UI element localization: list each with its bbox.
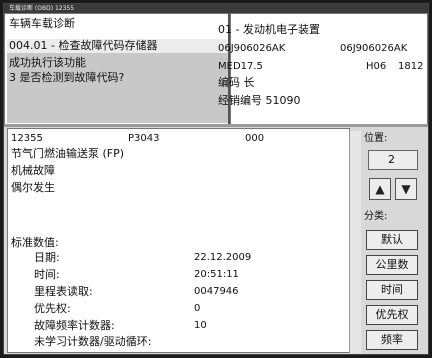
pane-separator [4,124,428,127]
diagnostic-window: 车载诊断 (OBD) 12355 车辆车载诊断 004.01 - 检查故障代码存… [3,3,429,355]
ff-value: 22.12.2009 [194,252,252,263]
ff-value: 0047946 [194,286,239,297]
part-number-left: 06J906026AK [218,43,286,54]
ff-value: 10 [194,320,207,331]
version-2: 1812 [398,61,424,72]
fault-component: 节气门燃油输送泵 (FP) [11,147,125,160]
position-label: 位置: [364,133,388,144]
ff-value: 0 [194,303,201,314]
category-label: 分类: [364,211,388,222]
position-value: 2 [388,153,395,166]
up-arrow-button[interactable]: ▲ [369,178,391,200]
dealer-number: 经销编号 51090 [218,94,301,107]
ff-label: 优先权: [34,302,71,315]
down-arrow-button[interactable]: ▼ [395,178,417,200]
up-arrow-icon: ▲ [375,182,385,196]
sort-priority-button[interactable]: 优先权 [366,305,418,325]
sort-time-button[interactable]: 时间 [366,280,418,300]
sort-default-button[interactable]: 默认 [366,230,418,250]
coding: 编码 长 [218,76,255,89]
ff-label: 时间: [34,268,60,281]
fault-type: 机械故障 [11,164,55,177]
freeze-frame-heading: 标准数值: [11,236,59,249]
ecu-name: 01 - 发动机电子装置 [218,23,320,36]
version-1: H06 [366,61,387,72]
ff-label: 未学习计数器/驱动循环: [34,335,152,348]
app-name: 车辆车载诊断 [9,17,75,30]
ecu-type: MED17.5 [218,61,263,72]
sort-frequency-button[interactable]: 频率 [366,330,418,350]
status-line-1: 成功执行该功能 [9,56,86,69]
fault-pcode: P3043 [128,133,160,144]
ff-label: 故障频率计数器: [34,319,115,332]
ff-label: 日期: [34,251,60,264]
function-name: 004.01 - 检查故障代码存储器 [9,39,158,52]
fault-list-scrollbar[interactable] [349,131,361,353]
fault-status: 000 [245,133,265,144]
sort-mileage-button[interactable]: 公里数 [366,255,418,275]
status-line-2: 3 是否检测到故障代码? [9,71,125,84]
title-bar: 车载诊断 (OBD) 12355 [4,4,428,13]
window-title: 车载诊断 (OBD) 12355 [9,5,75,12]
fault-occurrence: 偶尔发生 [11,181,55,194]
down-arrow-icon: ▼ [401,182,411,196]
part-number-right: 06J906026AK [340,43,408,54]
fault-code: 12355 [11,133,43,144]
ff-label: 里程表读取: [34,285,93,298]
ff-value: 20:51:11 [194,269,239,280]
